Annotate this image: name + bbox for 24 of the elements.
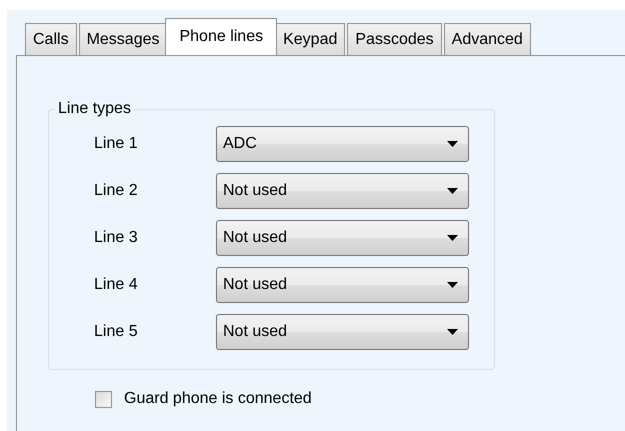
tab[interactable]: Messages [78,23,168,55]
line-label: Line 2 [93,182,139,200]
group-title: Line types [57,100,132,118]
checkbox-label: Guard phone is connected [124,390,312,408]
tab[interactable]: Calls [25,23,77,55]
dropdown-arrow-icon [447,234,458,240]
dropdown-arrow-icon [447,282,458,288]
dropdown-arrow-icon [447,140,458,146]
line-label: Line 4 [93,276,139,294]
line-type-dropdown[interactable]: Not used [216,266,469,302]
checkbox[interactable] [95,390,112,408]
line-label: Line 5 [93,322,139,340]
tab[interactable]: Advanced [444,23,531,55]
line-type-dropdown[interactable]: ADC [216,126,469,162]
line-type-dropdown[interactable]: Not used [216,220,469,256]
tab[interactable]: Keypad [275,23,346,55]
line-label: Line 3 [93,228,139,246]
line-type-dropdown[interactable]: Not used [216,314,469,350]
tab[interactable]: Phone lines [165,18,278,55]
dropdown-arrow-icon [447,188,458,194]
line-type-dropdown[interactable]: Not used [216,172,469,208]
line-label: Line 1 [93,134,139,152]
tab[interactable]: Passcodes [347,23,442,55]
dropdown-arrow-icon [447,328,458,334]
